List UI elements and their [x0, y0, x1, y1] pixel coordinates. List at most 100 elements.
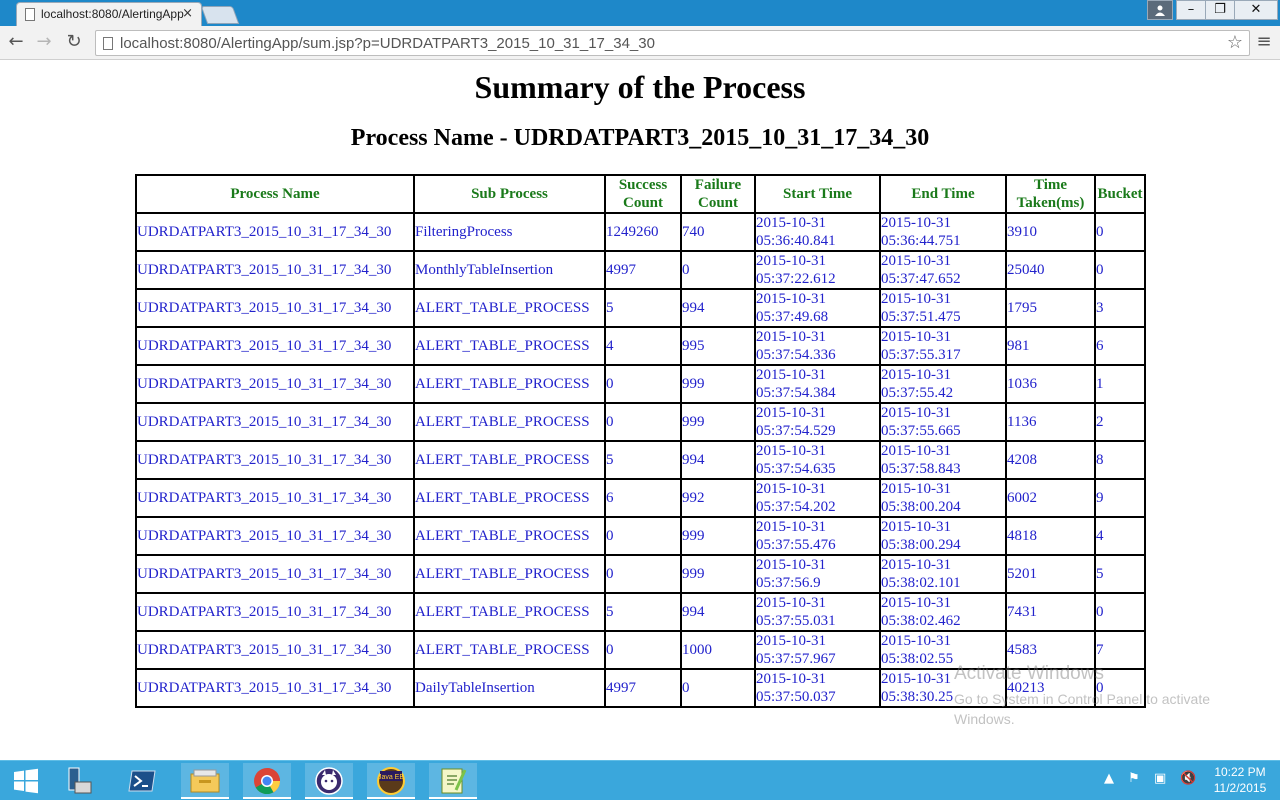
- failure-count-cell: 999: [680, 554, 756, 594]
- failure-count-cell: 994: [680, 440, 756, 480]
- network-icon[interactable]: ▣: [1154, 771, 1166, 786]
- bucket-cell: 5: [1094, 554, 1146, 594]
- bucket-cell-text: 4: [1096, 528, 1104, 544]
- failure-count-cell-text: 995: [682, 338, 705, 354]
- minimize-button[interactable]: –: [1176, 0, 1206, 20]
- time-taken-cell: 25040: [1005, 250, 1096, 290]
- column-header: Start Time: [754, 174, 881, 214]
- eclipse-icon[interactable]: [305, 763, 353, 799]
- server-manager-icon[interactable]: [56, 763, 104, 799]
- success-count-cell: 5: [604, 288, 682, 328]
- column-header: End Time: [879, 174, 1007, 214]
- address-bar[interactable]: localhost:8080/AlertingApp/sum.jsp?p=UDR…: [95, 30, 1250, 56]
- process-name-cell-text: UDRDATPART3_2015_10_31_17_34_30: [137, 262, 392, 278]
- back-icon[interactable]: ←: [6, 32, 26, 52]
- start-time-cell: 2015-10-31 05:37:54.529: [754, 402, 881, 442]
- address-url[interactable]: localhost:8080/AlertingApp/sum.jsp?p=UDR…: [120, 35, 655, 52]
- start-time-cell: 2015-10-31 05:37:54.635: [754, 440, 881, 480]
- start-time-cell-text: 2015-10-31: [756, 329, 826, 345]
- bucket-cell-text: 5: [1096, 566, 1104, 582]
- activate-windows-watermark: Activate Windows Go to System in Control…: [954, 663, 1234, 729]
- start-time-cell: 2015-10-31 05:37:56.9: [754, 554, 881, 594]
- bucket-cell-text: 2: [1096, 414, 1104, 430]
- table-header-row: Process Name Sub Process Success Count Failu…: [135, 174, 1146, 214]
- end-time-cell-text: 05:38:02.55: [881, 651, 954, 667]
- sub-process-cell: MonthlyTableInsertion: [413, 250, 606, 290]
- start-time-cell-text: 05:37:54.202: [756, 499, 836, 515]
- maximize-button[interactable]: ❐: [1205, 0, 1235, 20]
- end-time-cell-text: 2015-10-31: [881, 291, 951, 307]
- bucket-cell-text: 3: [1096, 300, 1104, 316]
- watermark-title: Activate Windows: [954, 663, 1104, 684]
- success-count-cell-text: 4: [606, 338, 614, 354]
- start-time-cell-text: 05:37:49.68: [756, 309, 829, 325]
- success-count-cell-text: 4997: [606, 680, 636, 696]
- time-taken-cell: 6002: [1005, 478, 1096, 518]
- file-explorer-icon[interactable]: [181, 763, 229, 799]
- notepad-plus-icon[interactable]: [429, 763, 477, 799]
- page-subtitle: Process Name - UDRDATPART3_2015_10_31_17…: [350, 125, 930, 151]
- success-count-cell-text: 5: [606, 452, 614, 468]
- browser-tab[interactable]: localhost:8080/AlertingApp ×: [16, 2, 202, 26]
- page-title: Summary of the Process: [474, 69, 806, 105]
- process-name-cell-text: UDRDATPART3_2015_10_31_17_34_30: [137, 604, 392, 620]
- success-count-cell-text: 5: [606, 604, 614, 620]
- taskbar-clock[interactable]: 10:22 PM 11/2/2015: [1205, 764, 1275, 796]
- sub-process-cell: FilteringProcess: [413, 212, 606, 252]
- volume-icon[interactable]: 🔇: [1180, 771, 1196, 786]
- close-tab-icon[interactable]: ×: [182, 6, 193, 21]
- time-taken-cell-text: 6002: [1007, 490, 1037, 506]
- new-tab-button[interactable]: [200, 6, 240, 24]
- taskbar: Java EE ▲ ⚑ ▣ 🔇 10:22 PM 11/2/2015: [0, 760, 1280, 800]
- time-taken-cell-text: 1136: [1007, 414, 1037, 430]
- action-center-icon[interactable]: ⚑: [1128, 771, 1140, 786]
- powershell-icon[interactable]: [118, 763, 166, 799]
- browser-toolbar: ← → ↻ localhost:8080/AlertingApp/sum.jsp…: [0, 26, 1280, 60]
- start-time-cell-text: 05:37:22.612: [756, 271, 836, 287]
- show-hidden-icons-icon[interactable]: ▲: [1104, 771, 1114, 786]
- user-icon[interactable]: [1147, 0, 1173, 20]
- start-time-cell-text: 2015-10-31: [756, 481, 826, 497]
- time-taken-cell: 3910: [1005, 212, 1096, 252]
- failure-count-cell-text: 992: [682, 490, 705, 506]
- success-count-cell: 4: [604, 326, 682, 366]
- close-window-button[interactable]: ✕: [1234, 0, 1278, 20]
- star-icon[interactable]: ☆: [1227, 32, 1243, 53]
- start-time-cell-text: 05:37:56.9: [756, 575, 821, 591]
- forward-icon[interactable]: →: [34, 32, 54, 52]
- sub-process-cell: ALERT_TABLE_PROCESS: [413, 440, 606, 480]
- end-time-cell-text: 05:37:55.42: [881, 385, 954, 401]
- column-header-text: Sub Process: [471, 186, 548, 202]
- table-row: UDRDATPART3_2015_10_31_17_34_30 MonthlyTa…: [135, 250, 1146, 290]
- end-time-cell-text: 05:38:30.25: [881, 689, 954, 705]
- end-time-cell-text: 2015-10-31: [881, 367, 951, 383]
- start-time-cell-text: 2015-10-31: [756, 633, 826, 649]
- start-icon[interactable]: [4, 763, 48, 799]
- chrome-icon[interactable]: [243, 763, 291, 799]
- bucket-cell: 0: [1094, 592, 1146, 632]
- failure-count-cell-text: 999: [682, 414, 705, 430]
- sub-process-cell-text: ALERT_TABLE_PROCESS: [415, 642, 590, 658]
- process-name-cell: UDRDATPART3_2015_10_31_17_34_30: [135, 554, 415, 594]
- end-time-cell-text: 2015-10-31: [881, 519, 951, 535]
- reload-icon[interactable]: ↻: [64, 32, 84, 52]
- end-time-cell-text: 2015-10-31: [881, 633, 951, 649]
- end-time-cell: 2015-10-31 05:38:02.101: [879, 554, 1007, 594]
- process-name-cell: UDRDATPART3_2015_10_31_17_34_30: [135, 288, 415, 328]
- failure-count-cell-text: 0: [682, 680, 690, 696]
- failure-count-cell: 992: [680, 478, 756, 518]
- sub-process-cell-text: ALERT_TABLE_PROCESS: [415, 376, 590, 392]
- end-time-cell: 2015-10-31 05:37:55.665: [879, 402, 1007, 442]
- start-time-cell: 2015-10-31 05:37:55.476: [754, 516, 881, 556]
- start-time-cell-text: 05:37:55.476: [756, 537, 836, 553]
- process-name-cell-text: UDRDATPART3_2015_10_31_17_34_30: [137, 452, 392, 468]
- failure-count-cell: 740: [680, 212, 756, 252]
- java-ee-icon[interactable]: Java EE: [367, 763, 415, 799]
- column-header: Time Taken(ms): [1005, 174, 1096, 214]
- menu-icon[interactable]: ≡: [1255, 32, 1273, 52]
- success-count-cell: 0: [604, 516, 682, 556]
- failure-count-cell: 0: [680, 668, 756, 708]
- bucket-cell-text: 8: [1096, 452, 1104, 468]
- table-row: UDRDATPART3_2015_10_31_17_34_30 ALERT_TAB…: [135, 554, 1146, 594]
- end-time-cell-text: 05:38:00.204: [881, 499, 961, 515]
